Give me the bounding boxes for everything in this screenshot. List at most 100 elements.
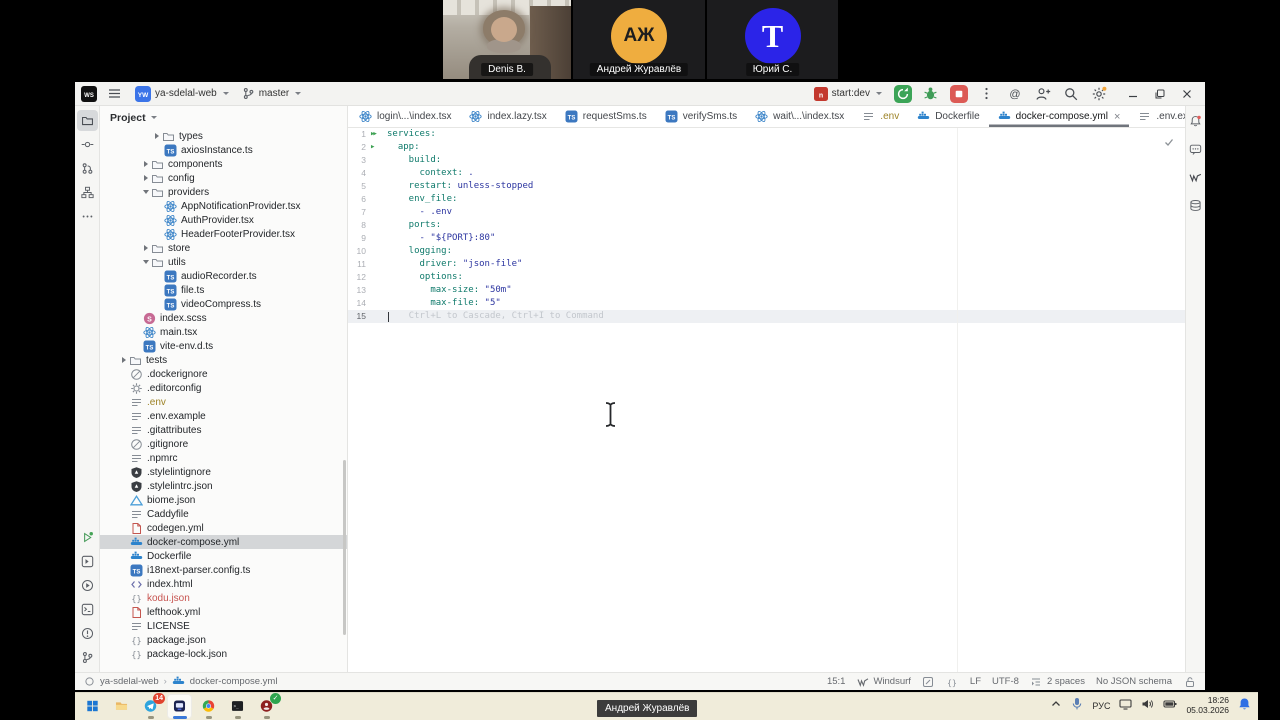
tree-item[interactable]: biome.json <box>100 493 347 507</box>
project-tool[interactable] <box>77 110 98 131</box>
chevron-down-icon[interactable] <box>141 259 150 265</box>
code-line[interactable]: 10 logging: <box>348 245 1185 258</box>
network-icon[interactable] <box>1119 697 1132 715</box>
code-with-me-icon[interactable]: @ <box>1004 83 1025 104</box>
tree-item[interactable]: lefthook.yml <box>100 605 347 619</box>
add-user-icon[interactable] <box>1032 83 1053 104</box>
windsurf-status[interactable]: Windsurf <box>856 675 910 688</box>
battery-icon[interactable] <box>1163 697 1177 715</box>
run-tool[interactable] <box>77 527 98 548</box>
version-control-tool[interactable] <box>77 647 98 668</box>
write-access[interactable] <box>1183 675 1196 688</box>
editor-tab[interactable]: TSrequestSms.ts <box>556 106 656 127</box>
more-actions-icon[interactable] <box>976 83 997 104</box>
tree-item[interactable]: .gitignore <box>100 437 347 451</box>
project-panel-header[interactable]: Project <box>100 106 347 129</box>
services-tool[interactable] <box>77 575 98 596</box>
indent-setting[interactable]: 2 spaces <box>1030 675 1085 688</box>
chevron-right-icon[interactable] <box>152 133 161 139</box>
language-indicator[interactable]: РУС <box>1092 701 1110 711</box>
tree-item[interactable]: Sindex.scss <box>100 311 347 325</box>
tree-item[interactable]: {}kodu.json <box>100 591 347 605</box>
editor-tab[interactable]: TSverifySms.ts <box>656 106 746 127</box>
editor-tab[interactable]: docker-compose.yml× <box>989 106 1130 127</box>
chevron-down-icon[interactable] <box>141 189 150 195</box>
tree-item[interactable]: TSaudioRecorder.ts <box>100 269 347 283</box>
terminal-tool[interactable] <box>77 599 98 620</box>
tree-item[interactable]: AppNotificationProvider.tsx <box>100 199 347 213</box>
editor-tab[interactable]: Dockerfile <box>908 106 988 127</box>
microphone-icon[interactable] <box>1071 697 1083 716</box>
code-line[interactable]: 7 - .env <box>348 206 1185 219</box>
editor-tab[interactable]: wait\...\index.tsx <box>746 106 853 127</box>
structure-tool[interactable] <box>77 182 98 203</box>
ai-assistant[interactable] <box>1185 139 1206 160</box>
debug-button[interactable] <box>920 83 941 104</box>
code-line[interactable]: 9 - "${PORT}:80" <box>348 232 1185 245</box>
line-separator[interactable]: LF <box>970 676 981 687</box>
file-explorer[interactable] <box>109 694 134 719</box>
tray-expand-icon[interactable] <box>1050 697 1062 715</box>
tree-item[interactable]: LICENSE <box>100 619 347 633</box>
commit-tool[interactable] <box>77 134 98 155</box>
editor-tab[interactable]: .env <box>853 106 908 127</box>
tree-item[interactable]: .stylelintignore <box>100 465 347 479</box>
tree-item[interactable]: .npmrc <box>100 451 347 465</box>
tree-item[interactable]: store <box>100 241 347 255</box>
minimize-button[interactable] <box>1120 83 1145 104</box>
tree-item[interactable]: .gitattributes <box>100 423 347 437</box>
chevron-right-icon[interactable] <box>141 175 150 181</box>
close-button[interactable] <box>1174 83 1199 104</box>
code-line[interactable]: 13 max-size: "50m" <box>348 284 1185 297</box>
tree-item[interactable]: tests <box>100 353 347 367</box>
tree-item[interactable]: TSvite-env.d.ts <box>100 339 347 353</box>
more-tools[interactable] <box>77 206 98 227</box>
code-line[interactable]: 15 Ctrl+L to Cascade, Ctrl+I to Command <box>348 310 1185 323</box>
tree-item[interactable]: {}package.json <box>100 633 347 647</box>
tree-item[interactable]: providers <box>100 185 347 199</box>
project-selector[interactable]: YW ya-sdelal-web <box>132 85 232 103</box>
search-everywhere-icon[interactable] <box>1060 83 1081 104</box>
run-console-tool[interactable] <box>77 551 98 572</box>
security-app[interactable]: ✓ <box>254 694 279 719</box>
editor-tab[interactable]: .env.example <box>1129 106 1185 127</box>
breadcrumb-file[interactable]: docker-compose.yml <box>190 676 278 687</box>
tree-item[interactable]: utils <box>100 255 347 269</box>
chevron-right-icon[interactable] <box>141 161 150 167</box>
tree-item[interactable]: Caddyfile <box>100 507 347 521</box>
meeting-app[interactable] <box>167 694 192 719</box>
chevron-right-icon[interactable] <box>119 357 128 363</box>
breadcrumb-project[interactable]: ya-sdelal-web <box>100 676 159 687</box>
participant-tile[interactable]: АЖАндрей Журавлёв <box>573 0 705 79</box>
project-scrollbar[interactable] <box>343 460 346 635</box>
tree-item[interactable]: {}package-lock.json <box>100 647 347 661</box>
participant-tile[interactable]: ТЮрий С. <box>707 0 838 79</box>
tree-item[interactable]: TSi18next-parser.config.ts <box>100 563 347 577</box>
tree-item[interactable]: codegen.yml <box>100 521 347 535</box>
tree-item[interactable]: .env.example <box>100 409 347 423</box>
code-line[interactable]: 14 max-file: "5" <box>348 297 1185 310</box>
main-menu-icon[interactable] <box>104 83 125 104</box>
editor-tab[interactable]: index.lazy.tsx <box>460 106 555 127</box>
run-config-selector[interactable]: n start:dev <box>811 86 885 102</box>
notifications[interactable] <box>1185 111 1206 132</box>
chrome[interactable] <box>196 694 221 719</box>
pull-requests-tool[interactable] <box>77 158 98 179</box>
participant-tile[interactable]: Denis B. <box>443 0 571 79</box>
run-gutter-icon[interactable]: ▸ <box>366 141 387 154</box>
caret-position[interactable]: 15:1 <box>827 676 846 687</box>
problems-tool[interactable] <box>77 623 98 644</box>
json-schema[interactable]: No JSON schema <box>1096 676 1172 687</box>
branch-selector[interactable]: master <box>239 86 305 101</box>
tree-item[interactable]: Dockerfile <box>100 549 347 563</box>
code-line[interactable]: 12 options: <box>348 271 1185 284</box>
file-encoding[interactable]: UTF-8 <box>992 676 1019 687</box>
settings-gear-icon[interactable] <box>1088 83 1109 104</box>
tree-item[interactable]: components <box>100 157 347 171</box>
inspection-ok-icon[interactable] <box>1163 135 1175 153</box>
tree-item[interactable]: TSaxiosInstance.ts <box>100 143 347 157</box>
run-gutter-icon[interactable]: ▸▸ <box>366 128 387 141</box>
editor-tab[interactable]: login\...\index.tsx <box>350 106 460 127</box>
code-line[interactable]: 8 ports: <box>348 219 1185 232</box>
clock[interactable]: 18:26 05.03.2026 <box>1186 696 1229 716</box>
